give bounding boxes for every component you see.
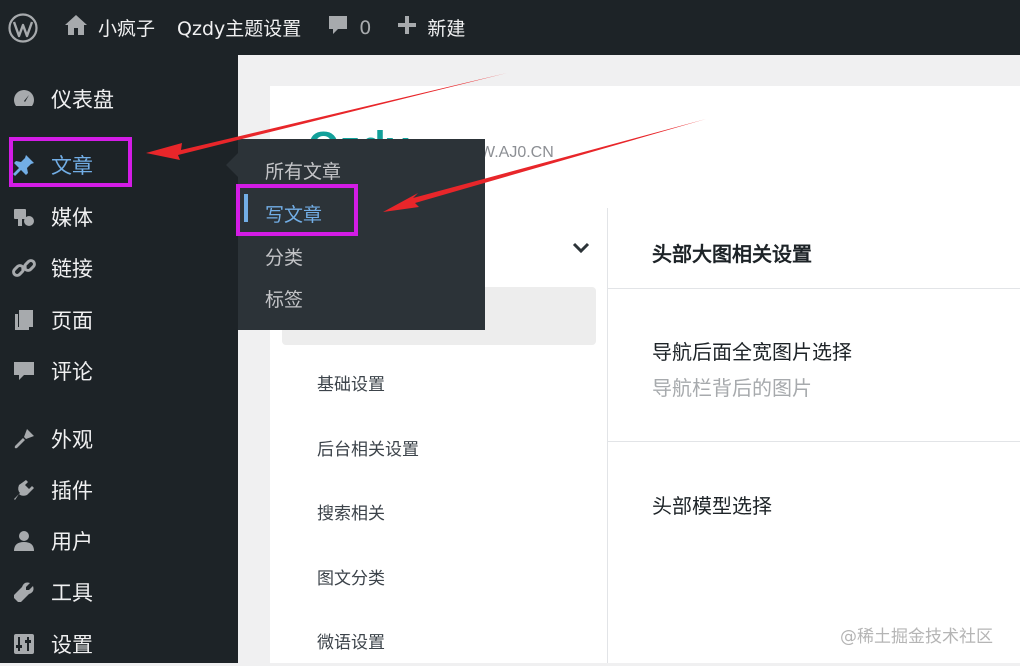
sidebar-item-label: 设置	[51, 633, 93, 657]
section-title: 头部大图相关设置	[652, 242, 812, 266]
sidebar-item-label: 仪表盘	[51, 88, 114, 112]
sidebar-item-label: 媒体	[51, 206, 93, 230]
wordpress-logo-icon[interactable]	[0, 0, 46, 55]
sidebar-item-label: 插件	[51, 479, 93, 503]
flyout-pointer	[226, 153, 238, 177]
settings-main: 头部大图相关设置 导航后面全宽图片选择 导航栏背后的图片 头部模型选择	[608, 208, 1020, 663]
sidebar-item-label: 工具	[51, 581, 93, 605]
wrench-icon	[11, 579, 37, 605]
submenu-tags[interactable]: 标签	[265, 285, 303, 312]
brand-url: W.AJ0.CN	[480, 144, 554, 161]
sidebar-item-dashboard[interactable]: 仪表盘	[0, 77, 238, 121]
sidebar-item-comments[interactable]: 评论	[0, 349, 238, 393]
pages-icon	[11, 307, 37, 333]
comment-bubble-icon	[327, 14, 349, 41]
sidebar-item-label: 评论	[51, 360, 93, 384]
user-icon	[11, 528, 37, 554]
plus-icon	[397, 15, 417, 40]
site-name: 小疯子	[98, 18, 156, 40]
home-icon	[64, 14, 88, 41]
new-label: 新建	[427, 18, 466, 40]
site-home-link[interactable]: 小疯子	[64, 0, 155, 55]
submenu-categories[interactable]: 分类	[265, 243, 303, 270]
comments-link[interactable]: 0	[327, 0, 371, 55]
field-description: 导航栏背后的图片	[652, 376, 812, 400]
link-icon	[11, 255, 37, 281]
sidebar-item-links[interactable]: 链接	[0, 246, 238, 290]
settings-nav-item[interactable]: 基础设置	[317, 370, 385, 395]
submenu-all-posts[interactable]: 所有文章	[265, 157, 341, 184]
field-label: 头部模型选择	[652, 494, 772, 518]
sidebar-item-pages[interactable]: 页面	[0, 298, 238, 342]
plugin-icon	[11, 477, 37, 503]
new-content-link[interactable]: 新建	[397, 0, 465, 55]
settings-nav-item[interactable]: 图文分类	[317, 564, 385, 589]
comment-count: 0	[359, 16, 372, 39]
theme-settings-link[interactable]: Qzdy主题设置	[177, 0, 301, 55]
sidebar-item-label: 外观	[51, 428, 93, 452]
appearance-icon	[11, 426, 37, 452]
divider	[608, 288, 1020, 289]
sidebar-item-label: 用户	[51, 530, 93, 554]
admin-bar: 小疯子 Qzdy主题设置 0 新建	[0, 0, 1020, 55]
sidebar-item-label: 页面	[51, 309, 93, 333]
sidebar-item-appearance[interactable]: 外观	[0, 417, 238, 461]
divider	[608, 441, 1020, 442]
highlight-box-posts	[9, 137, 132, 187]
settings-nav-item[interactable]: 搜索相关	[317, 499, 385, 524]
media-icon	[11, 204, 37, 230]
sidebar-item-label: 链接	[51, 257, 93, 281]
settings-nav-item[interactable]: 微语设置	[317, 628, 385, 653]
settings-nav-item[interactable]: 后台相关设置	[317, 435, 419, 460]
sidebar-item-plugins[interactable]: 插件	[0, 468, 238, 512]
chevron-down-icon[interactable]	[572, 240, 590, 259]
highlight-box-add-new	[236, 184, 358, 236]
field-label: 导航后面全宽图片选择	[652, 340, 852, 364]
settings-icon	[11, 631, 37, 657]
dashboard-icon	[11, 86, 37, 112]
comment-icon	[11, 358, 37, 384]
sidebar-item-media[interactable]: 媒体	[0, 195, 238, 239]
theme-settings-label: Qzdy主题设置	[177, 18, 302, 40]
sidebar-item-users[interactable]: 用户	[0, 519, 238, 563]
sidebar-item-tools[interactable]: 工具	[0, 570, 238, 614]
watermark: @稀土掘金技术社区	[840, 627, 993, 647]
sidebar-item-settings[interactable]: 设置	[0, 622, 238, 666]
